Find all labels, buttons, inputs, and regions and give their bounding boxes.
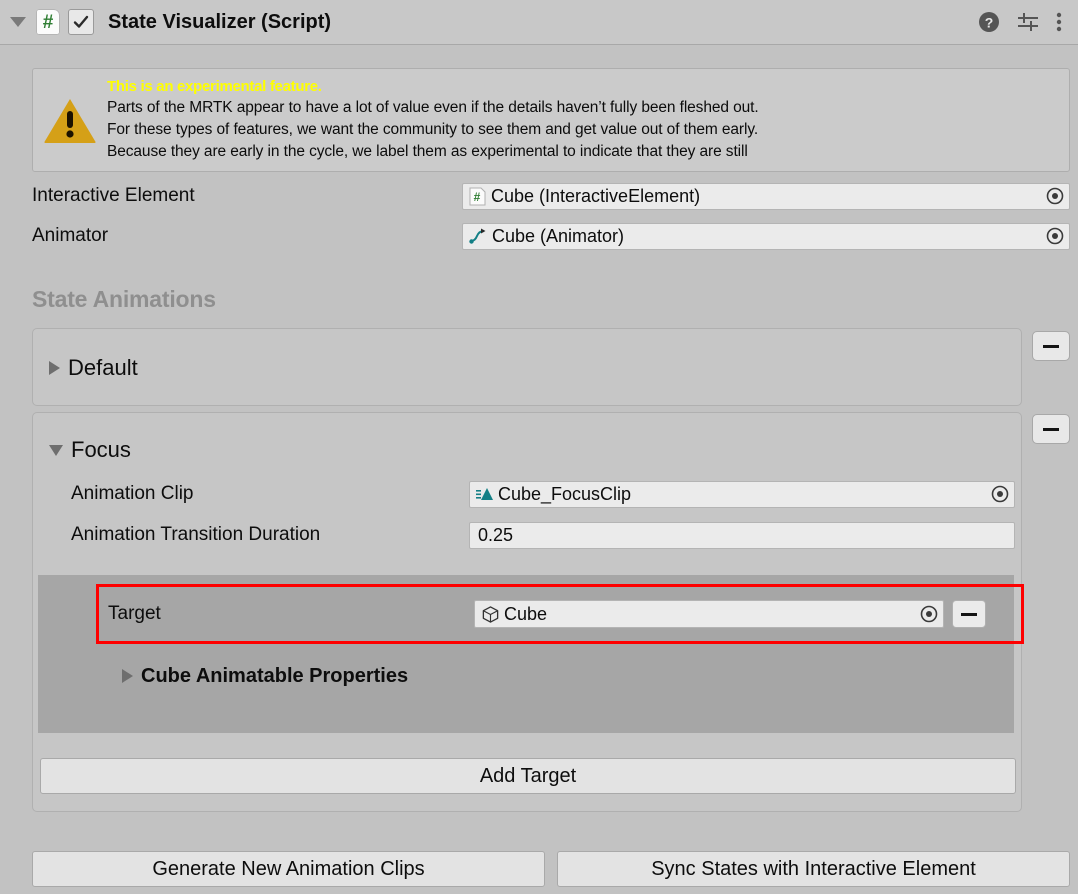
component-enabled-checkbox[interactable] [68, 9, 94, 35]
state-foldout-default[interactable]: Default [33, 351, 1021, 385]
remove-state-focus-button[interactable] [1032, 414, 1070, 444]
interactive-element-row: Interactive Element # Cube (InteractiveE… [32, 182, 1070, 210]
add-target-button[interactable]: Add Target [40, 758, 1016, 794]
animation-clip-label: Animation Clip [71, 483, 194, 504]
target-subpanel: Target Cube Cube Animatable Properties [38, 575, 1014, 733]
transition-duration-label: Animation Transition Duration [71, 524, 321, 545]
animation-clip-field[interactable]: Cube_FocusClip [469, 480, 1015, 508]
object-picker-icon[interactable] [988, 482, 1012, 506]
interactive-element-value: Cube (InteractiveElement) [491, 185, 701, 206]
warning-text-block: This is an experimental feature. Parts o… [107, 77, 1069, 163]
chevron-right-icon[interactable] [49, 361, 60, 375]
animator-field[interactable]: Cube (Animator) [462, 222, 1070, 250]
component-title: State Visualizer (Script) [108, 10, 332, 33]
animation-clip-value: Cube_FocusClip [498, 483, 632, 504]
generate-new-animation-clips-button[interactable]: Generate New Animation Clips [32, 851, 545, 887]
target-object-field[interactable]: Cube [474, 600, 944, 628]
warning-title: This is an experimental feature. [107, 78, 322, 95]
chevron-down-icon[interactable] [49, 444, 63, 456]
animator-icon [469, 227, 487, 245]
warning-triangle-icon [33, 96, 107, 144]
kebab-menu-icon[interactable] [1056, 11, 1062, 33]
object-picker-icon[interactable] [1043, 224, 1067, 248]
component-header[interactable]: # State Visualizer (Script) ? [0, 0, 1078, 45]
animator-value: Cube (Animator) [492, 225, 625, 246]
object-picker-icon[interactable] [917, 602, 941, 626]
gameobject-cube-icon [481, 605, 500, 624]
warning-line-1: Parts of the MRTK appear to have a lot o… [107, 99, 759, 116]
target-row: Target Cube [38, 597, 1014, 631]
state-foldout-focus[interactable]: Focus [33, 433, 1021, 467]
chevron-right-icon[interactable] [122, 669, 133, 683]
svg-text:#: # [474, 190, 481, 204]
state-animations-header: State Animations [32, 286, 216, 312]
animator-row: Animator Cube (Animator) [32, 222, 1070, 250]
state-name-focus: Focus [71, 437, 131, 462]
header-icon-group: ? [978, 11, 1068, 33]
help-icon[interactable]: ? [978, 11, 1000, 33]
warning-line-2: For these types of features, we want the… [107, 121, 759, 138]
csharp-script-icon: # [469, 187, 486, 206]
interactive-element-field[interactable]: # Cube (InteractiveElement) [462, 182, 1070, 210]
target-object-value: Cube [504, 603, 548, 624]
minus-icon [961, 612, 977, 616]
state-panel-default: Default [32, 328, 1022, 406]
transition-duration-row: Animation Transition Duration 0.25 [33, 520, 1021, 550]
interactive-element-label: Interactive Element [32, 185, 195, 206]
remove-state-default-button[interactable] [1032, 331, 1070, 361]
warning-line-3: Because they are early in the cycle, we … [107, 143, 748, 160]
experimental-warning-box: This is an experimental feature. Parts o… [32, 68, 1070, 172]
component-foldout-arrow-icon[interactable] [10, 17, 26, 27]
target-label: Target [108, 603, 161, 624]
animation-clip-row: Animation Clip Cube_FocusClip [33, 479, 1021, 509]
state-name-default: Default [68, 355, 138, 380]
sync-states-with-interactive-element-button[interactable]: Sync States with Interactive Element [557, 851, 1070, 887]
remove-target-button[interactable] [952, 600, 986, 628]
animator-label: Animator [32, 225, 109, 246]
preset-sliders-icon[interactable] [1016, 11, 1040, 33]
minus-icon [1043, 344, 1059, 348]
transition-duration-value: 0.25 [478, 524, 514, 545]
transition-duration-input[interactable]: 0.25 [469, 521, 1015, 549]
bottom-button-row: Generate New Animation Clips Sync States… [32, 851, 1070, 887]
animation-clip-icon [476, 486, 494, 502]
svg-text:?: ? [985, 15, 994, 31]
animatable-properties-label: Cube Animatable Properties [141, 664, 409, 687]
object-picker-icon[interactable] [1043, 184, 1067, 208]
inspector-panel: # State Visualizer (Script) ? This is an… [0, 0, 1078, 894]
csharp-script-icon: # [36, 9, 60, 35]
minus-icon [1043, 427, 1059, 431]
animatable-properties-foldout[interactable]: Cube Animatable Properties [38, 659, 1014, 693]
